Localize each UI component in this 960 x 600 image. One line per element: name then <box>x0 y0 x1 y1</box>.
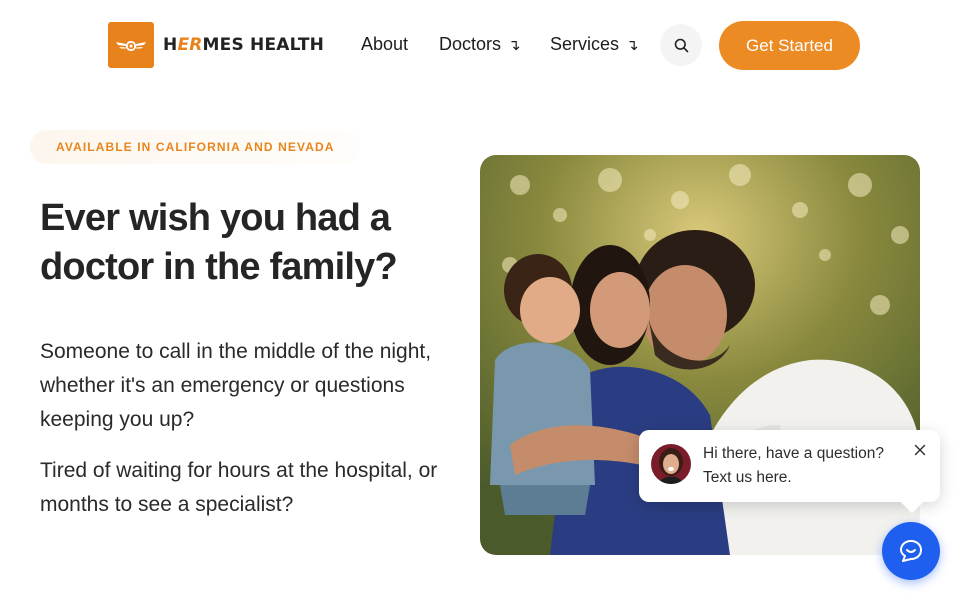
nav-item-about[interactable]: About <box>361 34 408 55</box>
nav-item-doctors[interactable]: Doctors ↴ <box>439 34 521 55</box>
nav-item-doctors-label: Doctors <box>439 34 502 54</box>
get-started-button[interactable]: Get Started <box>719 21 860 70</box>
chevron-down-icon: ↴ <box>508 36 521 54</box>
search-icon <box>674 38 688 52</box>
chat-popup[interactable]: Hi there, have a question? Text us here. <box>639 430 940 502</box>
chevron-down-icon: ↴ <box>626 36 639 54</box>
logo-wings-icon <box>108 22 154 68</box>
agent-avatar <box>651 444 691 484</box>
brand-logo[interactable]: HERMES HEALTH <box>108 22 324 68</box>
search-button[interactable] <box>660 24 702 66</box>
hero-paragraph-2: Tired of waiting for hours at the hospit… <box>40 459 438 516</box>
chat-message-line-2: Text us here. <box>703 469 792 486</box>
chat-message-line-1: Hi there, have a question? <box>703 445 884 462</box>
chat-message: Hi there, have a question? Text us here. <box>703 442 884 490</box>
close-icon[interactable] <box>912 442 928 458</box>
nav-item-services-label: Services <box>550 34 620 54</box>
nav-item-services[interactable]: Services ↴ <box>550 34 639 55</box>
chat-bubble-icon <box>900 540 922 562</box>
hero-paragraph-1: Someone to call in the middle of the nig… <box>40 340 432 431</box>
hero-headline: Ever wish you had a doctor in the family… <box>40 197 398 288</box>
brand-name: HERMES HEALTH <box>163 35 325 55</box>
nav-item-about-label: About <box>361 34 409 54</box>
availability-badge: AVAILABLE IN CALIFORNIA AND NEVADA <box>30 130 361 164</box>
chat-launcher-button[interactable] <box>882 522 940 580</box>
